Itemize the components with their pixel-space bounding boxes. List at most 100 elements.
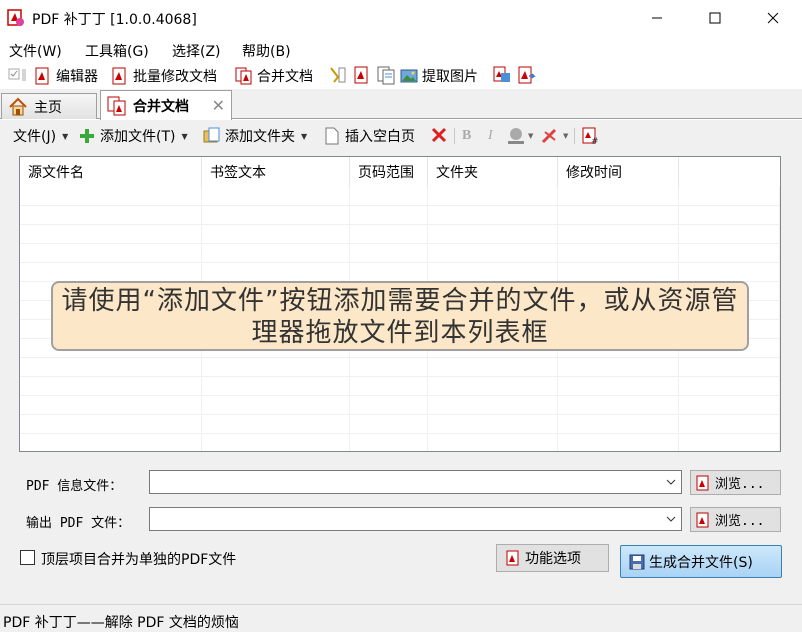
editor-label: 编辑器 bbox=[56, 68, 98, 85]
merge-top-level-checkbox[interactable] bbox=[20, 550, 35, 565]
table-cell bbox=[679, 206, 780, 225]
extract-images-button[interactable]: 提取图片 bbox=[400, 65, 478, 86]
pdf-export-icon[interactable] bbox=[516, 65, 536, 85]
pen-dropdown-icon[interactable]: ▼ bbox=[541, 126, 571, 146]
options-button[interactable]: 功能选项 bbox=[496, 544, 609, 572]
table-cell bbox=[558, 415, 679, 434]
table-cell bbox=[428, 263, 558, 282]
add-folder-button[interactable]: 添加文件夹 ▼ bbox=[203, 125, 307, 147]
table-cell bbox=[20, 358, 202, 377]
chevron-down-icon[interactable] bbox=[665, 511, 677, 527]
column-folder[interactable]: 文件夹 bbox=[428, 157, 558, 187]
table-cell bbox=[20, 206, 202, 225]
menu-help[interactable]: 帮助(B) bbox=[242, 41, 291, 61]
table-cell bbox=[558, 225, 679, 244]
menu-select[interactable]: 选择(Z) bbox=[172, 41, 221, 61]
editor-button[interactable]: 编辑器 bbox=[34, 65, 98, 86]
toolbar-separator bbox=[454, 128, 455, 144]
merge-label: 合并文档 bbox=[257, 68, 313, 85]
table-cell bbox=[428, 396, 558, 415]
table-cell bbox=[350, 263, 428, 282]
table-cell bbox=[202, 263, 350, 282]
table-cell bbox=[20, 377, 202, 396]
bookmark-tool-icon[interactable] bbox=[328, 65, 348, 85]
batch-modify-button[interactable]: 批量修改文档 bbox=[111, 65, 217, 86]
table-cell bbox=[202, 415, 350, 434]
info-file-label: PDF 信息文件： bbox=[26, 479, 123, 494]
maximize-icon bbox=[709, 12, 721, 24]
close-button[interactable] bbox=[744, 0, 802, 36]
table-cell bbox=[20, 396, 202, 415]
table-cell bbox=[679, 263, 780, 282]
generate-merge-button[interactable]: 生成合并文件(S) bbox=[620, 545, 782, 578]
menu-file[interactable]: 文件(W) bbox=[9, 41, 62, 61]
table-cell bbox=[558, 396, 679, 415]
table-cell bbox=[20, 244, 202, 263]
column-modified-time[interactable]: 修改时间 bbox=[558, 157, 679, 187]
bold-icon[interactable]: B bbox=[462, 125, 471, 147]
tab-home[interactable]: 主页 bbox=[1, 93, 97, 119]
table-cell bbox=[350, 244, 428, 263]
column-page-range[interactable]: 页码范围 bbox=[350, 157, 428, 187]
table-cell bbox=[679, 358, 780, 377]
merge-button[interactable]: 合并文档 bbox=[235, 65, 313, 86]
table-row bbox=[20, 377, 780, 396]
tab-close-icon[interactable]: ✕ bbox=[212, 96, 225, 115]
table-row bbox=[20, 415, 780, 434]
column-bookmark-text[interactable]: 书签文本 bbox=[202, 157, 350, 187]
maximize-button[interactable] bbox=[686, 0, 744, 36]
document-copy-icon[interactable] bbox=[376, 65, 396, 85]
pdf-number-icon[interactable]: # bbox=[581, 126, 601, 146]
table-row bbox=[20, 263, 780, 282]
save-icon bbox=[629, 554, 645, 569]
status-text: PDF 补丁丁——解除 PDF 文档的烦恼 bbox=[3, 615, 239, 631]
table-cell bbox=[350, 187, 428, 206]
title-bar: PDF 补丁丁 [1.0.0.4068] bbox=[0, 0, 802, 36]
italic-icon[interactable]: I bbox=[488, 125, 493, 147]
table-cell bbox=[428, 358, 558, 377]
pdf-convert-icon[interactable] bbox=[492, 65, 512, 85]
table-cell bbox=[20, 263, 202, 282]
tab-merge-label: 合并文档 bbox=[133, 98, 189, 115]
table-cell bbox=[558, 244, 679, 263]
info-browse-label: 浏览... bbox=[715, 477, 765, 492]
table-cell bbox=[428, 187, 558, 206]
menu-toolbox[interactable]: 工具箱(G) bbox=[85, 41, 149, 61]
info-file-input[interactable] bbox=[154, 472, 654, 492]
close-icon bbox=[767, 12, 779, 24]
pdf-pages-icon[interactable] bbox=[352, 65, 372, 85]
tab-merge[interactable]: 合并文档 ✕ bbox=[100, 90, 232, 120]
color-dropdown-icon[interactable]: ▼ bbox=[506, 126, 536, 146]
add-file-label: 添加文件(T) bbox=[100, 129, 176, 145]
chevron-down-icon: ▼ bbox=[181, 131, 188, 141]
table-row bbox=[20, 187, 780, 206]
insert-blank-page-button[interactable]: 插入空白页 bbox=[323, 125, 415, 147]
file-list[interactable]: 源文件名 书签文本 页码范围 文件夹 修改时间 请使用“添加文件”按钮添加需要合… bbox=[19, 156, 781, 452]
pdf-file-icon bbox=[696, 512, 709, 527]
table-cell bbox=[428, 434, 558, 451]
add-file-button[interactable]: 添加文件(T) ▼ bbox=[78, 125, 188, 147]
file-dropdown-button[interactable]: 文件(J) ▼ bbox=[13, 125, 68, 147]
minimize-button[interactable] bbox=[628, 0, 686, 36]
merge-toolbar: 文件(J) ▼ 添加文件(T) ▼ 添加文件夹 ▼ 插入空白页 B I ▼ ▼ … bbox=[0, 123, 802, 149]
table-cell bbox=[428, 377, 558, 396]
pdf-merge-icon bbox=[235, 67, 252, 84]
chevron-down-icon[interactable] bbox=[665, 474, 677, 490]
table-cell bbox=[202, 244, 350, 263]
svg-text:▼: ▼ bbox=[563, 132, 569, 140]
output-file-combo[interactable] bbox=[149, 507, 682, 531]
info-browse-button[interactable]: 浏览... bbox=[690, 470, 781, 495]
table-cell bbox=[202, 434, 350, 451]
column-source-file[interactable]: 源文件名 bbox=[20, 157, 202, 187]
info-file-combo[interactable] bbox=[149, 470, 682, 494]
options-label: 功能选项 bbox=[525, 551, 581, 567]
output-browse-button[interactable]: 浏览... bbox=[690, 507, 781, 532]
folder-add-icon bbox=[203, 127, 220, 143]
table-cell bbox=[350, 206, 428, 225]
table-row bbox=[20, 225, 780, 244]
merge-top-level-label[interactable]: 顶层项目合并为单独的PDF文件 bbox=[41, 549, 236, 569]
table-row bbox=[20, 396, 780, 415]
delete-icon[interactable] bbox=[430, 126, 448, 144]
image-extract-icon bbox=[400, 69, 418, 82]
output-file-input[interactable] bbox=[154, 509, 654, 529]
